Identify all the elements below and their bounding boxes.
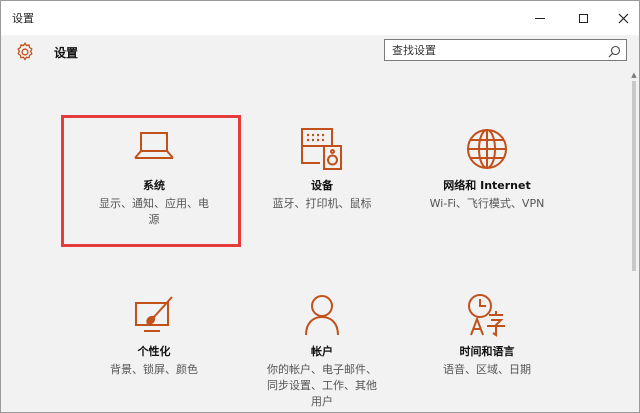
tile-devices[interactable]: 设备 蓝牙、打印机、鼠标 bbox=[247, 127, 397, 212]
tile-title: 时间和语言 bbox=[459, 345, 515, 358]
tile-time-language[interactable]: 时间和语言 语音、区域、日期 bbox=[412, 293, 562, 378]
scroll-up-icon[interactable]: ▲ bbox=[631, 71, 637, 79]
tile-desc: 显示、通知、应用、电 源 bbox=[99, 197, 209, 226]
tile-system[interactable]: 系统 显示、通知、应用、电 源 bbox=[79, 127, 229, 228]
search-icon[interactable] bbox=[608, 43, 621, 62]
tile-desc: Wi-Fi、飞行模式、VPN bbox=[429, 197, 545, 210]
tile-desc: 背景、锁屏、颜色 bbox=[110, 363, 198, 376]
tile-network[interactable]: 网络和 Internet Wi-Fi、飞行模式、VPN bbox=[412, 127, 562, 212]
globe-icon bbox=[467, 129, 507, 169]
search-input[interactable] bbox=[392, 41, 597, 59]
tile-desc: 你的帐户、电子邮件、 同步设置、工作、其他 用户 bbox=[267, 363, 377, 408]
maximize-icon bbox=[578, 13, 588, 23]
tile-title: 设备 bbox=[311, 179, 333, 192]
person-icon bbox=[305, 295, 339, 336]
laptop-icon bbox=[134, 132, 174, 159]
tile-title: 网络和 Internet bbox=[443, 179, 531, 192]
search-box[interactable] bbox=[384, 39, 627, 61]
clock-language-icon bbox=[468, 294, 505, 337]
close-icon bbox=[618, 13, 628, 23]
keyboard-speaker-icon bbox=[301, 128, 342, 170]
tile-title: 个性化 bbox=[137, 345, 171, 358]
tile-accounts[interactable]: 帐户 你的帐户、电子邮件、 同步设置、工作、其他 用户 bbox=[247, 293, 397, 410]
scrollbar[interactable]: ▲ bbox=[629, 71, 639, 412]
paint-screen-icon bbox=[135, 296, 173, 332]
close-button[interactable] bbox=[601, 1, 639, 35]
minimize-icon bbox=[535, 17, 545, 19]
tile-personalization[interactable]: 个性化 背景、锁屏、颜色 bbox=[79, 293, 229, 378]
page-title: 设置 bbox=[54, 46, 79, 60]
tile-title: 系统 bbox=[143, 179, 165, 192]
tile-desc: 蓝牙、打印机、鼠标 bbox=[272, 197, 372, 210]
tile-title: 帐户 bbox=[311, 345, 333, 358]
window-title: 设置 bbox=[12, 12, 34, 25]
minimize-button[interactable] bbox=[518, 1, 562, 35]
tile-desc: 语音、区域、日期 bbox=[443, 363, 531, 376]
gear-icon bbox=[14, 41, 36, 67]
maximize-button[interactable] bbox=[561, 1, 605, 35]
title-bar: 设置 bbox=[1, 1, 639, 35]
scrollbar-thumb[interactable] bbox=[632, 81, 636, 271]
settings-window: 设置 设置 ▲ 系统 显示、通知、应用、电 bbox=[0, 0, 640, 413]
